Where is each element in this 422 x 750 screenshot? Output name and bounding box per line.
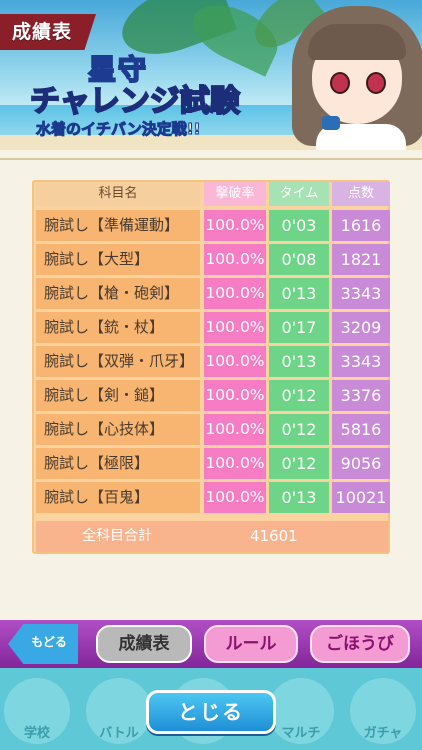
nav-label-school: 学校 xyxy=(23,726,50,741)
score-value: 10021 xyxy=(332,482,390,513)
score-value: 5816 xyxy=(332,414,390,445)
score-value: 3343 xyxy=(332,278,390,309)
clear-rate: 100.0% xyxy=(204,482,266,513)
back-button[interactable]: もどる xyxy=(8,624,78,664)
subject-name: 腕試し【剣・鎚】 xyxy=(36,380,200,411)
subject-name: 腕試し【大型】 xyxy=(36,244,200,275)
subject-name: 腕試し【双弾・爪牙】 xyxy=(36,346,200,377)
score-value: 3209 xyxy=(332,312,390,343)
clear-time: 0'12 xyxy=(269,414,329,445)
clear-time: 0'13 xyxy=(269,346,329,377)
score-value: 9056 xyxy=(332,448,390,479)
clear-time: 0'08 xyxy=(269,244,329,275)
score-value: 1821 xyxy=(332,244,390,275)
clear-rate: 100.0% xyxy=(204,414,266,445)
character-eye xyxy=(330,72,350,94)
results-tab-button[interactable]: 成績表 xyxy=(96,625,192,663)
column-header-subject: 科目名 xyxy=(36,182,200,206)
column-header-time: タイム xyxy=(269,182,329,206)
subject-name: 腕試し【極限】 xyxy=(36,448,200,479)
clear-rate: 100.0% xyxy=(204,210,266,241)
nav-label-multi: マルチ xyxy=(281,726,321,741)
clear-rate: 100.0% xyxy=(204,380,266,411)
total-label: 全科目合計 xyxy=(82,528,152,544)
event-banner: 星守 チャレンジ試験 水着のイチバン決定戦!! 成績表 xyxy=(0,0,422,150)
score-table: 科目名 撃破率 タイム 点数 腕試し【準備運動】 100.0% 0'03 161… xyxy=(32,180,390,554)
event-subtitle: 水着のイチバン決定戦!! xyxy=(35,120,201,139)
clear-time: 0'13 xyxy=(269,482,329,513)
total-row: 全科目合計 41601 xyxy=(36,521,388,552)
swimsuit-bow xyxy=(322,116,340,130)
close-button[interactable]: とじる xyxy=(146,690,276,734)
character-eye xyxy=(366,72,386,94)
event-logo: 星守 チャレンジ試験 水着のイチバン決定戦!! xyxy=(29,48,241,146)
character-portrait xyxy=(282,6,422,150)
clear-time: 0'12 xyxy=(269,448,329,479)
column-header-rate: 撃破率 xyxy=(204,182,266,206)
rules-button[interactable]: ルール xyxy=(204,625,298,663)
clear-rate: 100.0% xyxy=(204,278,266,309)
subject-name: 腕試し【槍・砲剣】 xyxy=(36,278,200,309)
subject-name: 腕試し【銃・杖】 xyxy=(36,312,200,343)
column-header-score: 点数 xyxy=(332,182,390,206)
button-bar: もどる 成績表 ルール ごほうび xyxy=(0,620,422,668)
total-score: 41601 xyxy=(250,527,298,545)
rewards-button[interactable]: ごほうび xyxy=(310,625,410,663)
clear-rate: 100.0% xyxy=(204,448,266,479)
clear-rate: 100.0% xyxy=(204,312,266,343)
event-title: チャレンジ試験 xyxy=(29,83,241,120)
nav-label-gacha: ガチャ xyxy=(363,726,403,741)
clear-rate: 100.0% xyxy=(204,244,266,275)
subject-name: 腕試し【準備運動】 xyxy=(36,210,200,241)
clear-rate: 100.0% xyxy=(204,346,266,377)
nav-label-battle: バトル xyxy=(99,726,139,741)
clear-time: 0'12 xyxy=(269,380,329,411)
clear-time: 0'13 xyxy=(269,278,329,309)
score-value: 3376 xyxy=(332,380,390,411)
clear-time: 0'03 xyxy=(269,210,329,241)
score-value: 3343 xyxy=(332,346,390,377)
page-title: 成績表 xyxy=(0,14,96,50)
subject-name: 腕試し【百鬼】 xyxy=(36,482,200,513)
subject-name: 腕試し【心技体】 xyxy=(36,414,200,445)
clear-time: 0'17 xyxy=(269,312,329,343)
score-value: 1616 xyxy=(332,210,390,241)
